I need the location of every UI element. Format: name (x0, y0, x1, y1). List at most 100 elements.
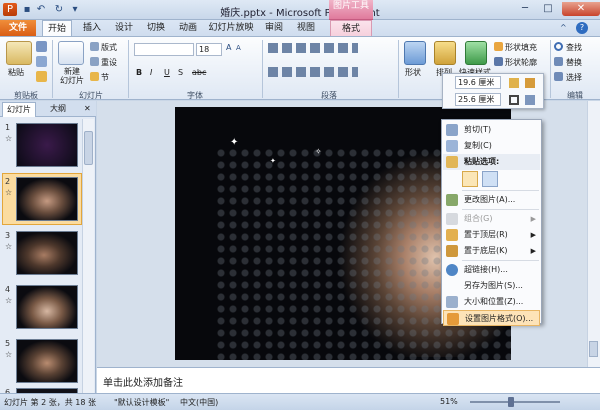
menu-item-copy[interactable]: 复制(C) (443, 138, 540, 154)
send-backward-icon[interactable] (525, 78, 535, 88)
italic-button[interactable]: I (150, 68, 152, 77)
align-buttons[interactable] (268, 67, 358, 77)
list-buttons[interactable] (268, 43, 358, 53)
tab-review[interactable]: 审阅 (262, 20, 286, 37)
context-menu: 剪切(T) 复制(C) 粘贴选项: 更改图片(A)... 组合(G) ▶ 置于顶层… (441, 119, 542, 326)
strikethrough-button[interactable]: abc (192, 68, 206, 77)
arrange-icon[interactable] (434, 41, 456, 65)
star-icon: ☆ (5, 350, 13, 359)
tab-view[interactable]: 视图 (294, 20, 318, 37)
shapes-icon[interactable] (404, 41, 426, 65)
shadow-button[interactable]: S (178, 68, 183, 77)
star-icon: ☆ (5, 188, 13, 197)
tab-slideshow[interactable]: 幻灯片放映 (206, 20, 256, 37)
shape-outline-button[interactable]: 形状轮廓 (505, 57, 537, 68)
menu-item-cut[interactable]: 剪切(T) (443, 122, 540, 138)
paste-as-picture-icon[interactable] (482, 171, 498, 187)
copy-icon[interactable] (36, 56, 47, 67)
replace-icon (554, 57, 563, 66)
tab-animations[interactable]: 动画 (176, 20, 200, 37)
slides-group-label: 幻灯片 (79, 91, 103, 100)
zoom-level[interactable]: 51% (440, 397, 458, 406)
new-slide-icon[interactable] (58, 41, 84, 65)
grow-font-icon[interactable]: A (226, 43, 231, 52)
pane-tabs: 幻灯片 大纲 ✕ (0, 101, 96, 117)
quick-styles-icon[interactable] (465, 41, 487, 65)
menu-item-format-picture[interactable]: 设置图片格式(O)... (443, 310, 540, 326)
font-group-label: 字体 (187, 91, 203, 100)
slide-scrollbar[interactable] (587, 101, 600, 367)
menu-item-send-to-back[interactable]: 置于底层(K) ▶ (443, 243, 540, 259)
menu-item-paste-options: 粘贴选项: (443, 154, 540, 170)
tab-format[interactable]: 格式 (330, 20, 372, 37)
bring-forward-icon[interactable] (509, 78, 519, 88)
format-painter-icon[interactable] (36, 71, 47, 82)
notes-pane[interactable]: 单击此处添加备注 (97, 367, 600, 393)
close-pane-icon[interactable]: ✕ (80, 102, 95, 117)
font-size-field[interactable]: 18 (196, 43, 222, 56)
menu-separator (462, 190, 539, 191)
tab-design[interactable]: 设计 (112, 20, 136, 37)
menu-item-size-position[interactable]: 大小和位置(Z)... (443, 294, 540, 310)
bold-button[interactable]: B (136, 68, 142, 77)
close-button[interactable]: ✕ (562, 2, 600, 16)
paste-icon[interactable] (6, 41, 32, 65)
scrollbar-thumb[interactable] (84, 131, 93, 165)
zoom-slider-thumb[interactable] (508, 397, 514, 407)
minimize-button[interactable]: ─ (514, 2, 536, 16)
slide-thumbnail-2[interactable] (16, 177, 78, 221)
ribbon-tab-row: 文件 开始 插入 设计 切换 动画 幻灯片放映 审阅 视图 格式 ^ ? (0, 20, 600, 37)
slide-thumbnail-4[interactable] (16, 285, 78, 329)
paste-keep-format-icon[interactable] (462, 171, 478, 187)
group-separator (398, 40, 399, 98)
format-picture-icon (447, 313, 459, 325)
picture-tools-contextual-label: 图片工具 (329, 0, 373, 20)
menu-item-group[interactable]: 组合(G) ▶ (443, 211, 540, 227)
submenu-arrow-icon: ▶ (530, 215, 536, 223)
tab-file[interactable]: 文件 (0, 20, 36, 37)
zoom-slider[interactable] (470, 401, 560, 403)
select-button[interactable]: 选择 (566, 72, 582, 83)
paste-icon (446, 156, 458, 168)
select-icon (554, 72, 563, 81)
slide-thumbnail-3[interactable] (16, 231, 78, 275)
submenu-arrow-icon: ▶ (530, 231, 536, 239)
shape-fill-button[interactable]: 形状填充 (505, 42, 537, 53)
shrink-font-icon[interactable]: A (236, 44, 241, 52)
tab-slides[interactable]: 幻灯片 (2, 102, 36, 117)
pane-scrollbar[interactable] (82, 119, 94, 397)
width-field[interactable]: 25.6 厘米 (455, 93, 501, 106)
cut-icon[interactable] (36, 41, 47, 52)
layout-button[interactable]: 版式 (101, 42, 117, 53)
tab-outline[interactable]: 大纲 (46, 102, 70, 117)
reset-button[interactable]: 重设 (101, 57, 117, 68)
align-icon[interactable] (525, 95, 535, 105)
paste-button[interactable]: 粘贴 (8, 67, 24, 78)
menu-item-save-as-picture[interactable]: 另存为图片(S)... (443, 278, 540, 294)
new-slide-button[interactable]: 新建 幻灯片 (56, 67, 88, 85)
window-title: 婚庆.pptx - Microsoft PowerPoint (220, 8, 380, 19)
tab-home[interactable]: 开始 (42, 20, 72, 37)
slide-thumbnail-5[interactable] (16, 339, 78, 383)
maximize-button[interactable]: □ (537, 2, 559, 16)
menu-item-hyperlink[interactable]: 超链接(H)... (443, 262, 540, 278)
tab-insert[interactable]: 插入 (80, 20, 104, 37)
menu-item-bring-to-front[interactable]: 置于顶层(R) ▶ (443, 227, 540, 243)
menu-item-change-picture[interactable]: 更改图片(A)... (443, 192, 540, 208)
find-button[interactable]: 查找 (566, 42, 582, 53)
minimize-ribbon-icon[interactable]: ^ (560, 23, 570, 33)
slide-thumbnail-1[interactable] (16, 123, 78, 167)
help-icon[interactable]: ? (576, 22, 588, 34)
underline-button[interactable]: U (164, 68, 170, 77)
tab-transitions[interactable]: 切换 (144, 20, 168, 37)
mini-toolbar: 19.6 厘米 25.6 厘米 (442, 73, 544, 109)
height-field[interactable]: 19.6 厘米 (455, 76, 501, 89)
scrollbar-thumb[interactable] (589, 341, 598, 357)
font-name-field[interactable] (134, 43, 194, 56)
replace-button[interactable]: 替换 (566, 57, 582, 68)
slide-number: 4 (5, 285, 11, 294)
cut-icon (446, 124, 458, 136)
section-button[interactable]: 节 (101, 72, 109, 83)
shapes-button[interactable]: 形状 (405, 67, 421, 78)
crop-icon[interactable] (509, 95, 519, 105)
